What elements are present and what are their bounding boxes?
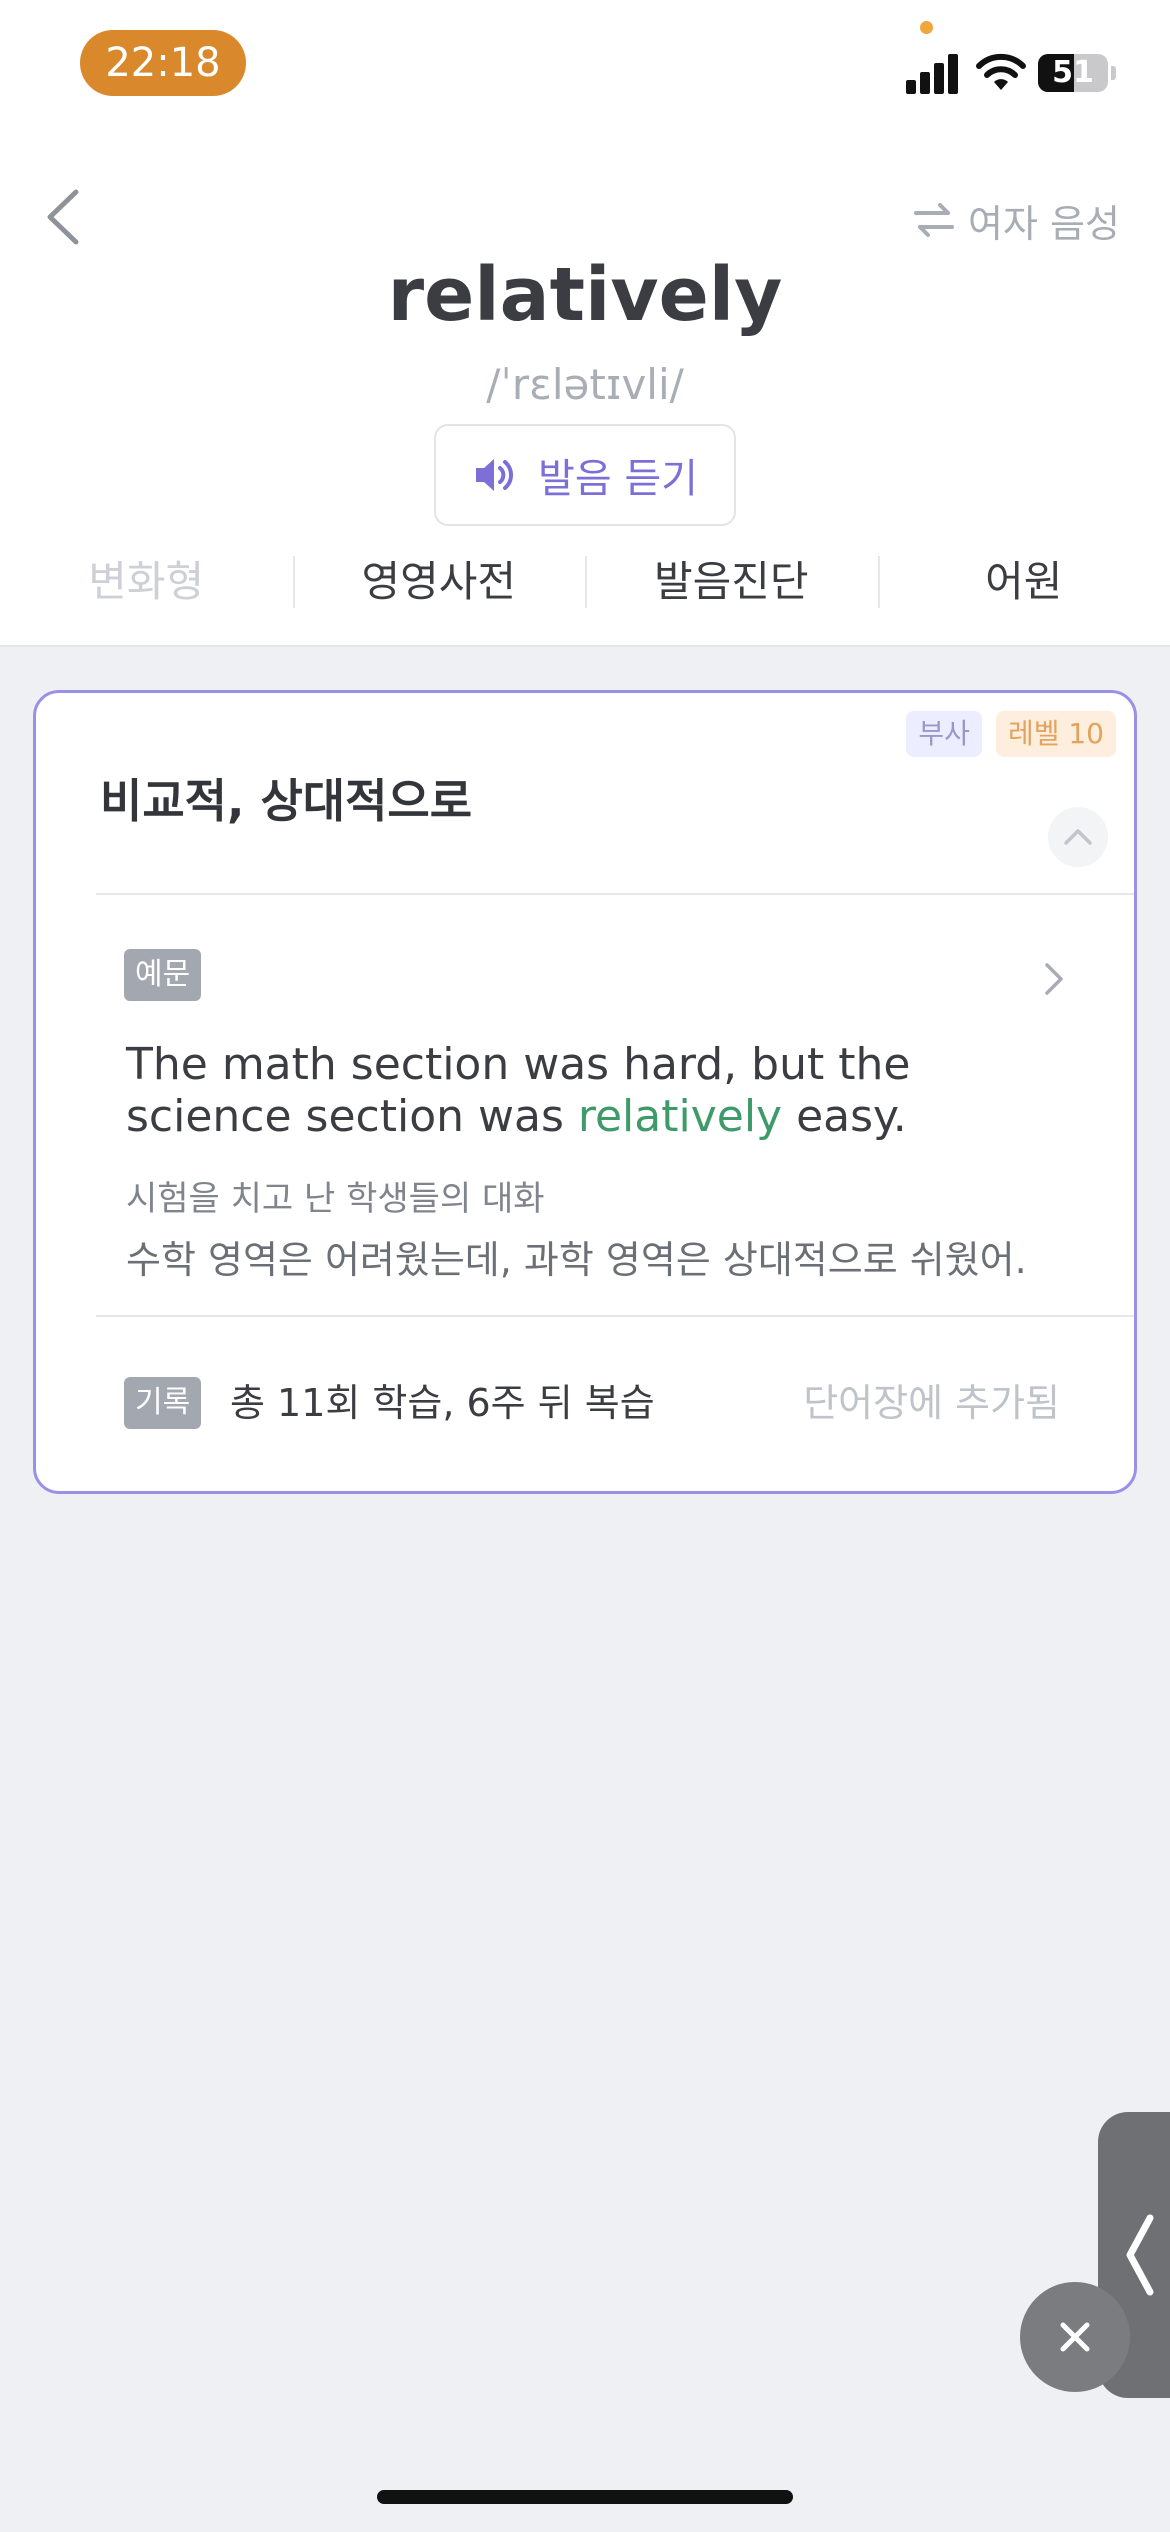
example-highlight-word: relatively [577,1091,783,1142]
example-context: 시험을 치고 난 학생들의 대화 [126,1179,545,1219]
added-to-wordbook-status[interactable]: 단어장에 추가됨 [803,1377,1060,1429]
example-tag: 예문 [124,949,202,1001]
word-title: relatively [387,252,783,338]
close-button[interactable] [1020,2282,1130,2392]
home-indicator[interactable] [377,2490,793,2504]
battery-percent: 51 [1052,55,1094,90]
tab-pronunciation-check[interactable]: 발음진단 [585,550,878,614]
chevron-right-icon[interactable] [1039,959,1069,999]
record-tag: 기록 [124,1377,202,1429]
status-time: 22:18 [80,30,246,96]
battery-tip [1111,66,1116,80]
example-sentence: The math section was hard, but the scien… [126,1039,1026,1143]
tab-etymology[interactable]: 어원 [877,550,1170,614]
tab-bar: 변화형 영영사전 발음진단 어원 [0,550,1170,614]
divider [96,1315,1134,1317]
mic-indicator-icon [920,21,933,34]
example-sentence-end: easy. [782,1091,907,1142]
example-translation: 수학 영역은 어려웠는데, 과학 영역은 상대적으로 쉬웠어. [126,1238,1027,1282]
wifi-icon [976,53,1026,90]
meaning-text: 비교적, 상대적으로 [100,774,473,828]
chevron-up-icon [1064,829,1092,845]
tab-inflections[interactable]: 변화형 [0,550,293,614]
battery-icon: 51 [1038,54,1108,92]
tab-english-dictionary[interactable]: 영영사전 [292,550,586,614]
level-badge: 레벨 10 [995,711,1116,757]
swap-arrows-icon [914,203,954,237]
card-badges: 부사 레벨 10 [906,711,1116,757]
word-phonetic: /ˈrɛlətɪvli/ [486,360,684,409]
meaning-card: 부사 레벨 10 비교적, 상대적으로 예문 The math section … [33,690,1137,1494]
voice-toggle-label: 여자 음성 [968,201,1120,246]
screen: 22:18 51 여자 음성 relatively /ˈrɛlətɪvli/ 발… [0,0,1170,2532]
voice-toggle-button[interactable]: 여자 음성 [912,192,1120,248]
divider [96,893,1134,895]
back-button[interactable] [36,182,92,252]
part-of-speech-badge: 부사 [906,711,982,757]
chevron-left-icon [1126,2214,1154,2296]
speaker-icon [476,459,513,491]
signal-icon [906,52,960,94]
listen-pronunciation-button[interactable]: 발음 듣기 [434,424,736,526]
collapse-button[interactable] [1048,807,1108,867]
word-header: 22:18 51 여자 음성 relatively /ˈrɛlətɪvli/ 발… [0,0,1170,647]
record-summary: 총 11회 학습, 6주 뒤 복습 [230,1381,655,1425]
close-icon [1060,2322,1090,2352]
listen-label: 발음 듣기 [538,456,698,502]
